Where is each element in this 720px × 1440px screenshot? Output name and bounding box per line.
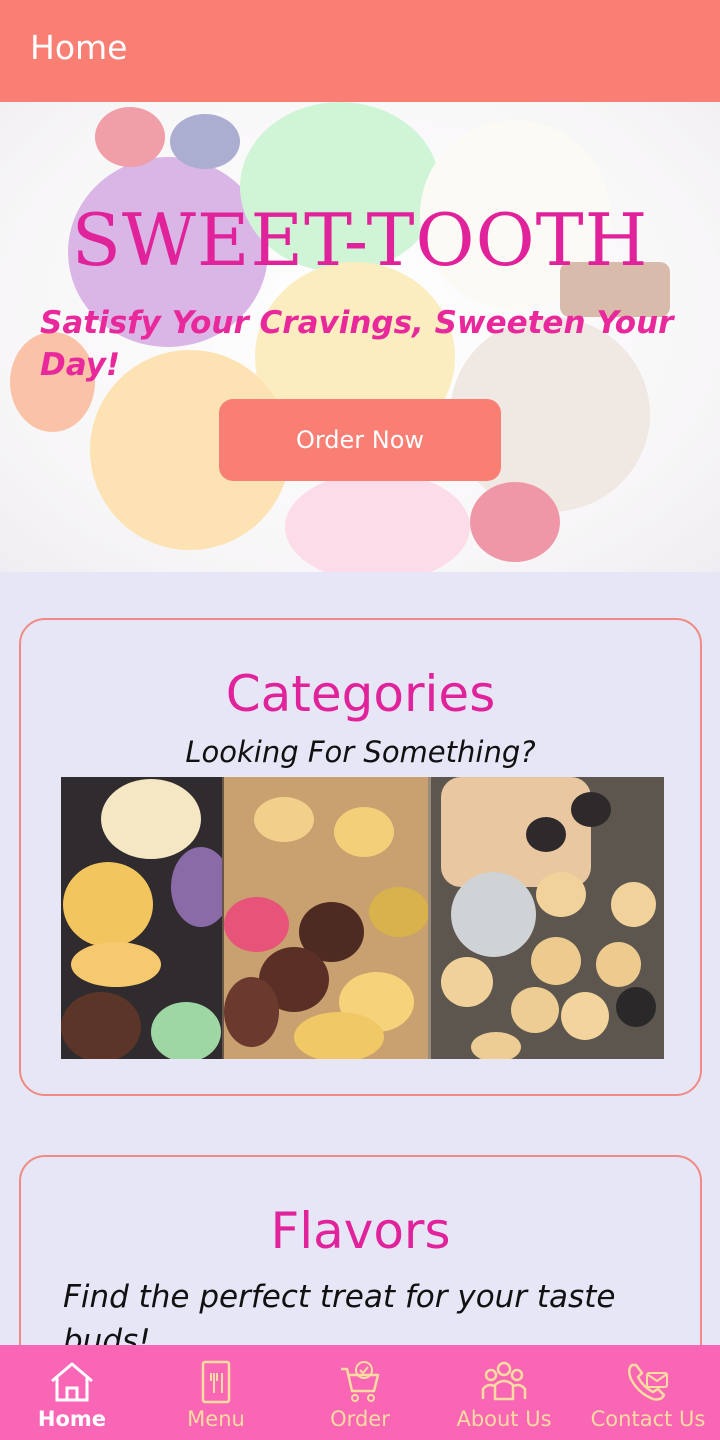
nav-item-about-us[interactable]: About Us xyxy=(432,1345,576,1440)
nav-item-order[interactable]: Order xyxy=(288,1345,432,1440)
hero-tagline: Satisfy Your Cravings, Sweeten Your Day! xyxy=(40,305,674,383)
nav-item-contact-us[interactable]: Contact Us xyxy=(576,1345,720,1440)
contact-icon xyxy=(628,1363,668,1401)
categories-subtitle: Looking For Something? xyxy=(185,735,536,769)
order-now-button[interactable]: Order Now xyxy=(219,399,501,481)
page-title: Home xyxy=(30,28,128,67)
nav-item-home[interactable]: Home xyxy=(0,1345,144,1440)
categories-card[interactable]: Categories Looking For Something? xyxy=(19,618,702,1096)
nav-item-menu[interactable]: Menu xyxy=(144,1345,288,1440)
hero-banner: SWEET-TOOTH Satisfy Your Cravings, Sweet… xyxy=(0,102,720,572)
nav-label-about-us: About Us xyxy=(456,1407,552,1431)
app-bar: Home xyxy=(0,0,720,102)
flavors-title: Flavors xyxy=(270,1202,451,1260)
cake-pops-image xyxy=(428,777,664,1059)
nav-label-home: Home xyxy=(37,1407,107,1431)
nav-label-menu: Menu xyxy=(187,1407,245,1431)
categories-title: Categories xyxy=(225,665,496,723)
categories-collage[interactable] xyxy=(61,777,664,1059)
brand-logo-text: SWEET-TOOTH xyxy=(71,198,649,282)
menu-icon xyxy=(201,1360,231,1404)
ice-cream-image xyxy=(61,777,222,1059)
nav-label-contact-us: Contact Us xyxy=(590,1407,706,1431)
nav-label-order: Order xyxy=(330,1407,390,1431)
home-icon xyxy=(51,1362,93,1402)
pastries-image xyxy=(222,777,428,1059)
people-icon xyxy=(481,1361,527,1401)
cart-icon xyxy=(341,1361,380,1402)
bottom-navigation: Home Menu Order About Us Contact Us xyxy=(0,1345,720,1440)
